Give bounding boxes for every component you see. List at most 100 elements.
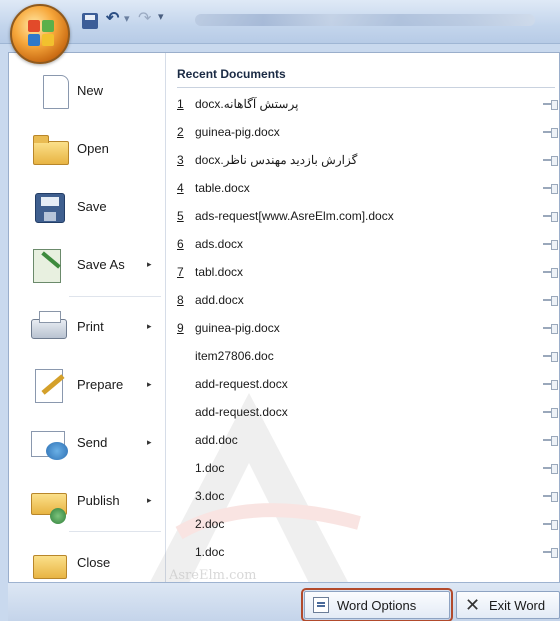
menu-item-label: Open [77, 140, 109, 156]
recent-document-name: 2.doc [195, 517, 225, 531]
exit-word-label: Exit Word [489, 597, 546, 613]
menu-item-label: New [77, 82, 104, 98]
menu-item-label: Send [77, 434, 108, 450]
submenu-arrow-icon: ▸ [147, 436, 152, 447]
menu-item-prepare[interactable]: Prepare ▸ [9, 359, 166, 409]
recent-document-number: 9 [177, 321, 184, 335]
recent-document-name: item27806.doc [195, 349, 274, 363]
recent-document-item[interactable]: 1.doc [177, 541, 558, 563]
recent-document-number: 7 [177, 265, 184, 279]
undo-dropdown-icon[interactable]: ▾ [124, 12, 130, 34]
office-menu: New Open Save Save As ▸ Print ▸ Prepare … [8, 52, 560, 603]
menu-item-label: Save As [77, 256, 125, 272]
save-icon[interactable] [82, 13, 98, 29]
recent-document-name: 3.doc [195, 489, 225, 503]
pin-icon[interactable] [543, 128, 558, 138]
close-icon: ✕ [465, 595, 481, 615]
recent-documents: Recent Documents 1 پرستش آگاهانه.docx 2 … [167, 53, 559, 599]
pin-icon[interactable] [543, 212, 558, 222]
menu-commands: New Open Save Save As ▸ Print ▸ Prepare … [9, 53, 166, 599]
recent-document-name: پرستش آگاهانه.docx [195, 97, 299, 111]
recent-document-item[interactable]: 6 ads.docx [177, 233, 558, 255]
recent-document-name: add-request.docx [195, 377, 288, 391]
word-options-label: Word Options [337, 597, 417, 613]
undo-icon[interactable]: ↶ [106, 8, 119, 30]
recent-document-number: 3 [177, 153, 184, 167]
pin-icon[interactable] [543, 100, 558, 110]
pin-icon[interactable] [543, 268, 558, 278]
divider [69, 296, 161, 297]
recent-document-name: guinea-pig.docx [195, 125, 280, 139]
recent-document-number: 6 [177, 237, 184, 251]
recent-document-item[interactable]: 5 ads-request[www.AsreElm.com].docx [177, 205, 558, 227]
floppy-save-icon [23, 187, 65, 225]
publish-icon [23, 481, 67, 524]
pin-icon[interactable] [543, 464, 558, 474]
recent-document-item[interactable]: 2.doc [177, 513, 558, 535]
pin-icon[interactable] [543, 156, 558, 166]
pin-icon[interactable] [543, 184, 558, 194]
menu-item-publish[interactable]: Publish ▸ [9, 475, 166, 525]
recent-document-number: 2 [177, 125, 184, 139]
pin-icon[interactable] [543, 520, 558, 530]
pin-icon[interactable] [543, 352, 558, 362]
divider [69, 531, 161, 532]
recent-document-item[interactable]: 3.doc [177, 485, 558, 507]
menu-item-print[interactable]: Print ▸ [9, 301, 166, 351]
recent-document-item[interactable]: 7 tabl.docx [177, 261, 558, 283]
recent-document-number: 8 [177, 293, 184, 307]
menu-footer: Word Options ✕ Exit Word [8, 582, 560, 621]
recent-document-item[interactable]: 1.doc [177, 457, 558, 479]
recent-document-item[interactable]: add-request.docx [177, 373, 558, 395]
save-as-icon [23, 245, 63, 283]
open-folder-icon [23, 129, 69, 167]
menu-item-save-as[interactable]: Save As ▸ [9, 239, 166, 289]
menu-item-new[interactable]: New [9, 65, 166, 115]
menu-item-label: Print [77, 318, 104, 334]
new-document-icon [23, 71, 69, 109]
pin-icon[interactable] [543, 380, 558, 390]
pin-icon[interactable] [543, 436, 558, 446]
recent-document-name: guinea-pig.docx [195, 321, 280, 335]
recent-document-item[interactable]: item27806.doc [177, 345, 558, 367]
menu-item-label: Close [77, 554, 111, 570]
submenu-arrow-icon: ▸ [147, 378, 152, 389]
recent-document-name: ads.docx [195, 237, 244, 251]
recent-document-item[interactable]: 3 گزارش بازدید مهندس ناظر.docx [177, 149, 558, 171]
pin-icon[interactable] [543, 324, 558, 334]
redo-icon[interactable]: ↷ [138, 8, 151, 30]
menu-item-close[interactable]: Close [9, 537, 166, 587]
divider [177, 87, 555, 88]
recent-document-name: ads-request[www.AsreElm.com].docx [195, 209, 394, 223]
submenu-arrow-icon: ▸ [147, 494, 152, 505]
menu-item-label: Save [77, 198, 107, 214]
menu-item-save[interactable]: Save [9, 181, 166, 231]
recent-document-item[interactable]: 9 guinea-pig.docx [177, 317, 558, 339]
office-button[interactable] [10, 4, 70, 64]
recent-document-name: 1.doc [195, 461, 225, 475]
recent-document-name: add.docx [195, 293, 244, 307]
exit-word-button[interactable]: ✕ Exit Word [456, 591, 560, 619]
recent-document-item[interactable]: 4 table.docx [177, 177, 558, 199]
pin-icon[interactable] [543, 548, 558, 558]
close-folder-icon [23, 543, 67, 581]
recent-document-item[interactable]: add.doc [177, 429, 558, 451]
pin-icon[interactable] [543, 492, 558, 502]
recent-document-name: table.docx [195, 181, 250, 195]
menu-item-label: Prepare [77, 376, 124, 392]
customize-quick-access-icon[interactable]: ▾ [158, 10, 164, 32]
pin-icon[interactable] [543, 408, 558, 418]
recent-document-item[interactable]: 8 add.docx [177, 289, 558, 311]
printer-icon [23, 307, 67, 345]
submenu-arrow-icon: ▸ [147, 258, 152, 269]
recent-documents-title: Recent Documents [177, 67, 286, 81]
menu-item-open[interactable]: Open [9, 123, 166, 173]
recent-document-item[interactable]: add-request.docx [177, 401, 558, 423]
recent-document-item[interactable]: 2 guinea-pig.docx [177, 121, 558, 143]
menu-item-send[interactable]: Send ▸ [9, 417, 166, 467]
word-options-button[interactable]: Word Options [301, 588, 453, 621]
pin-icon[interactable] [543, 240, 558, 250]
pin-icon[interactable] [543, 296, 558, 306]
recent-document-item[interactable]: 1 پرستش آگاهانه.docx [177, 93, 558, 115]
prepare-icon [23, 365, 63, 403]
